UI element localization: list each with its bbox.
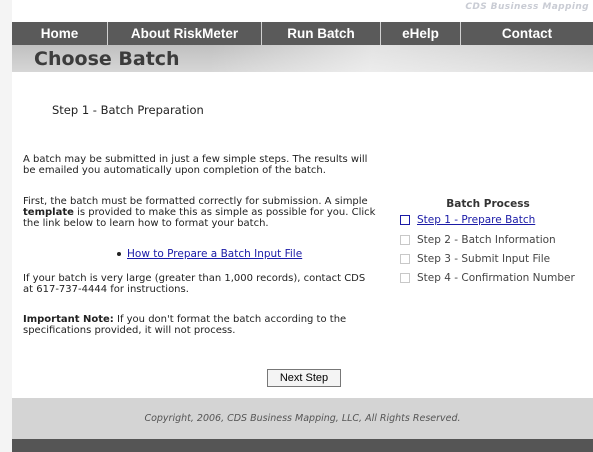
nav-home[interactable]: Home: [12, 22, 108, 45]
format-text-start: First, the batch must be formatted corre…: [23, 196, 368, 207]
nav-about-riskmeter[interactable]: About RiskMeter: [108, 22, 262, 45]
intro-paragraph: A batch may be submitted in just a few s…: [23, 154, 368, 176]
nav-run-batch[interactable]: Run Batch: [262, 22, 381, 45]
step-heading: Step 1 - Batch Preparation: [52, 103, 204, 117]
footer-bar: [12, 439, 593, 452]
sidebar-step-4: Step 4 - Confirmation Number: [400, 272, 575, 284]
copyright-text: Copyright, 2006, CDS Business Mapping, L…: [144, 413, 461, 424]
step-2-label: Step 2 - Batch Information: [417, 234, 556, 246]
step-4-label: Step 4 - Confirmation Number: [417, 272, 575, 284]
batch-process-sidebar: Batch Process Step 1 - Prepare Batch Ste…: [396, 196, 580, 290]
next-step-button[interactable]: Next Step: [267, 369, 341, 387]
sidebar-step-2: Step 2 - Batch Information: [400, 234, 556, 246]
sidebar-title: Batch Process: [446, 198, 530, 210]
page-title: Choose Batch: [34, 48, 180, 70]
step-checkbox-icon: [400, 235, 410, 245]
step-checkbox-icon: [400, 273, 410, 283]
top-navigation: Home About RiskMeter Run Batch eHelp Con…: [12, 22, 593, 45]
step-1-link[interactable]: Step 1 - Prepare Batch: [417, 214, 535, 226]
title-bar: Choose Batch: [12, 45, 593, 72]
template-bold: template: [23, 207, 74, 218]
nav-ehelp[interactable]: eHelp: [381, 22, 461, 45]
large-batch-paragraph: If your batch is very large (greater tha…: [23, 273, 366, 295]
page-frame: CDS Business Mapping Home About RiskMete…: [0, 0, 593, 452]
footer: Copyright, 2006, CDS Business Mapping, L…: [12, 398, 593, 439]
step-checkbox-icon: [400, 254, 410, 264]
link-list-item: How to Prepare a Batch Input File: [117, 248, 302, 260]
brand-logo-text: CDS Business Mapping: [465, 2, 589, 12]
format-paragraph: First, the batch must be formatted corre…: [23, 196, 378, 229]
prepare-batch-input-link[interactable]: How to Prepare a Batch Input File: [127, 248, 302, 260]
step-checkbox-icon: [400, 215, 410, 225]
important-note-label: Important Note:: [23, 314, 114, 325]
bullet-icon: [117, 252, 121, 256]
format-text-end: is provided to make this as simple as po…: [23, 207, 376, 229]
left-margin: [0, 0, 12, 452]
sidebar-step-3: Step 3 - Submit Input File: [400, 253, 550, 265]
important-note: Important Note: If you don't format the …: [23, 314, 373, 336]
sidebar-step-1[interactable]: Step 1 - Prepare Batch: [400, 214, 535, 226]
step-3-label: Step 3 - Submit Input File: [417, 253, 551, 265]
nav-contact[interactable]: Contact: [461, 22, 593, 45]
